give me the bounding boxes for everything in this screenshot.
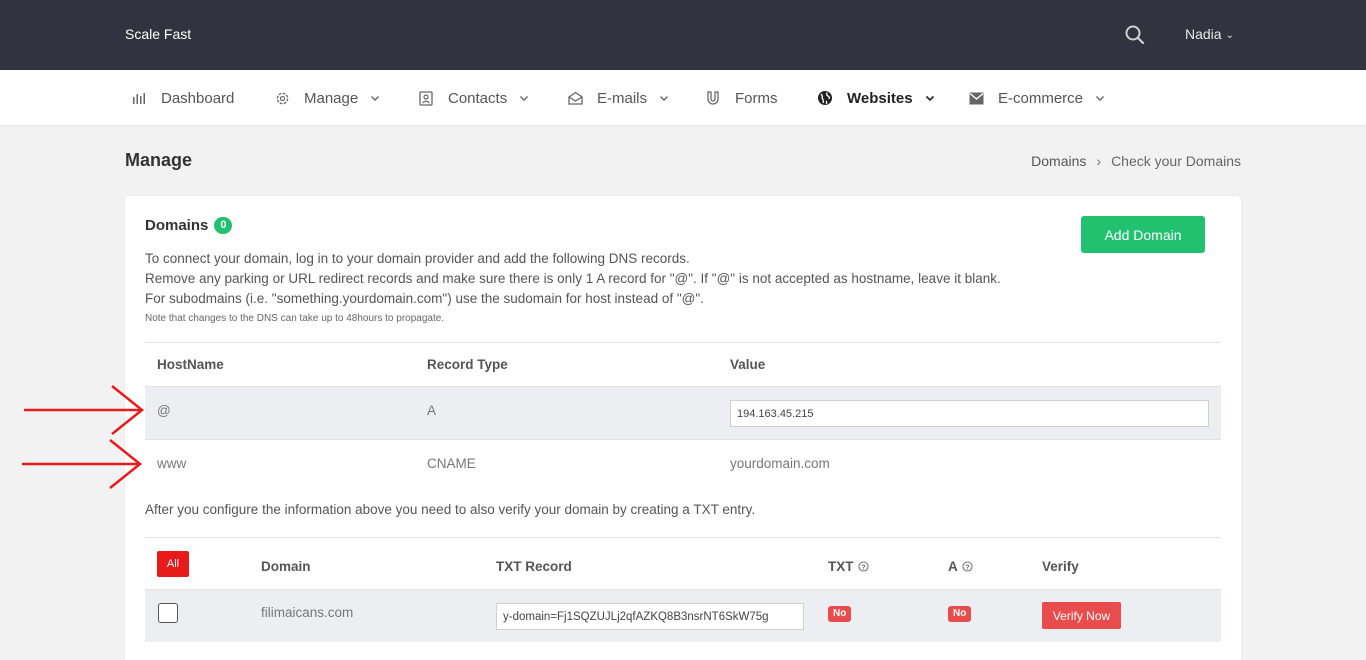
main-navigation: Dashboard Manage Contacts E-mails Forms …	[0, 70, 1366, 126]
a-status-badge: No	[948, 606, 972, 622]
column-header-value: Value	[730, 357, 766, 372]
page-title: Manage	[125, 150, 193, 170]
user-name: Nadia	[1185, 26, 1222, 42]
instruction-line: For subodmains (i.e. "something.yourdoma…	[145, 291, 704, 306]
chevron-down-icon	[1096, 96, 1105, 101]
select-all-button[interactable]: All	[157, 551, 189, 577]
nav-item-dashboard[interactable]: Dashboard	[131, 70, 234, 126]
svg-text:?: ?	[861, 562, 866, 571]
propagation-note: Note that changes to the DNS can take up…	[145, 313, 445, 324]
search-icon[interactable]	[1124, 24, 1146, 46]
help-icon[interactable]: ?	[857, 561, 869, 572]
record-type-cell: CNAME	[427, 456, 476, 471]
column-header-verify: Verify	[1042, 559, 1079, 574]
column-header-record-type: Record Type	[427, 357, 508, 372]
column-header-hostname: HostName	[157, 357, 224, 372]
nav-label: E-mails	[597, 89, 648, 107]
dns-records-table: HostName Record Type Value @ A www CNAME…	[145, 342, 1221, 493]
domains-card: Domains 0 Add Domain To connect your dom…	[125, 196, 1241, 660]
record-type-cell: A	[427, 403, 437, 418]
nav-item-contacts[interactable]: Contacts	[418, 70, 529, 126]
nav-item-manage[interactable]: Manage	[274, 70, 380, 126]
hostname-cell: www	[157, 456, 187, 471]
header-label: TXT	[828, 559, 854, 574]
mail-icon	[968, 90, 984, 106]
value-cell: yourdomain.com	[730, 456, 830, 471]
txt-status-badge: No	[828, 606, 852, 622]
dns-instructions: To connect your domain, log in to your d…	[145, 249, 1001, 329]
column-header-txt-record: TXT Record	[496, 559, 572, 574]
breadcrumb-domains[interactable]: Domains	[1031, 153, 1086, 169]
domain-verification-table: All Domain TXT Record TXT? A? Verify fil…	[145, 537, 1221, 642]
breadcrumb: Domains › Check your Domains	[1031, 153, 1241, 169]
brand-name[interactable]: Scale Fast	[125, 26, 191, 42]
nav-label: Forms	[735, 89, 778, 107]
column-header-a: A?	[948, 559, 973, 574]
nav-item-ecommerce[interactable]: E-commerce	[968, 70, 1105, 126]
dns-table-header: HostName Record Type Value	[145, 342, 1221, 387]
verification-table-header: All Domain TXT Record TXT? A? Verify	[145, 537, 1221, 590]
chevron-down-icon	[660, 96, 669, 101]
instruction-line: To connect your domain, log in to your d…	[145, 251, 690, 266]
column-header-domain: Domain	[261, 559, 311, 574]
domains-heading: Domains 0	[145, 217, 233, 234]
chevron-down-icon	[520, 96, 529, 101]
table-row: www CNAME yourdomain.com	[145, 440, 1221, 493]
nav-label: E-commerce	[998, 89, 1084, 107]
domains-count-badge: 0	[214, 217, 233, 234]
verify-now-button[interactable]: Verify Now	[1042, 602, 1121, 629]
domains-title: Domains	[145, 217, 209, 234]
chevron-down-icon	[925, 95, 934, 102]
txt-verification-instructions: After you configure the information abov…	[145, 502, 756, 517]
header-label: A	[948, 559, 958, 574]
nav-label: Manage	[304, 89, 359, 107]
column-header-txt: TXT?	[828, 559, 869, 574]
chevron-down-icon	[371, 96, 380, 101]
hostname-cell: @	[157, 403, 171, 418]
nav-label: Websites	[847, 89, 913, 107]
nav-label: Dashboard	[161, 89, 235, 107]
user-menu[interactable]: Nadia ⌄	[1185, 26, 1234, 42]
envelope-open-icon	[567, 90, 583, 106]
row-checkbox[interactable]	[158, 603, 178, 623]
bar-chart-icon	[131, 90, 147, 106]
help-icon[interactable]: ?	[962, 561, 973, 572]
contact-card-icon	[418, 90, 434, 106]
arrow-annotation-icon	[22, 439, 143, 489]
txt-record-field[interactable]	[496, 603, 804, 630]
globe-icon	[817, 90, 833, 106]
gear-icon	[274, 90, 290, 106]
top-bar: Scale Fast Nadia ⌄	[0, 0, 1366, 70]
nav-item-websites[interactable]: Websites	[817, 70, 935, 126]
chevron-right-icon: ›	[1096, 153, 1102, 169]
breadcrumb-current: Check your Domains	[1111, 153, 1241, 169]
nav-label: Contacts	[448, 89, 508, 107]
table-row: filimaicans.com No No Verify Now	[145, 590, 1221, 642]
a-record-value-field[interactable]	[730, 400, 1209, 427]
arrow-annotation-icon	[24, 385, 145, 435]
nav-item-forms[interactable]: Forms	[705, 70, 778, 126]
domain-cell: filimaicans.com	[261, 605, 354, 620]
magnet-icon	[705, 90, 721, 106]
nav-item-emails[interactable]: E-mails	[567, 70, 669, 126]
chevron-down-icon: ⌄	[1225, 30, 1234, 41]
instruction-line: Remove any parking or URL redirect recor…	[145, 271, 1001, 286]
table-row: @ A	[145, 387, 1221, 440]
add-domain-button[interactable]: Add Domain	[1081, 216, 1205, 253]
svg-text:?: ?	[965, 562, 970, 571]
